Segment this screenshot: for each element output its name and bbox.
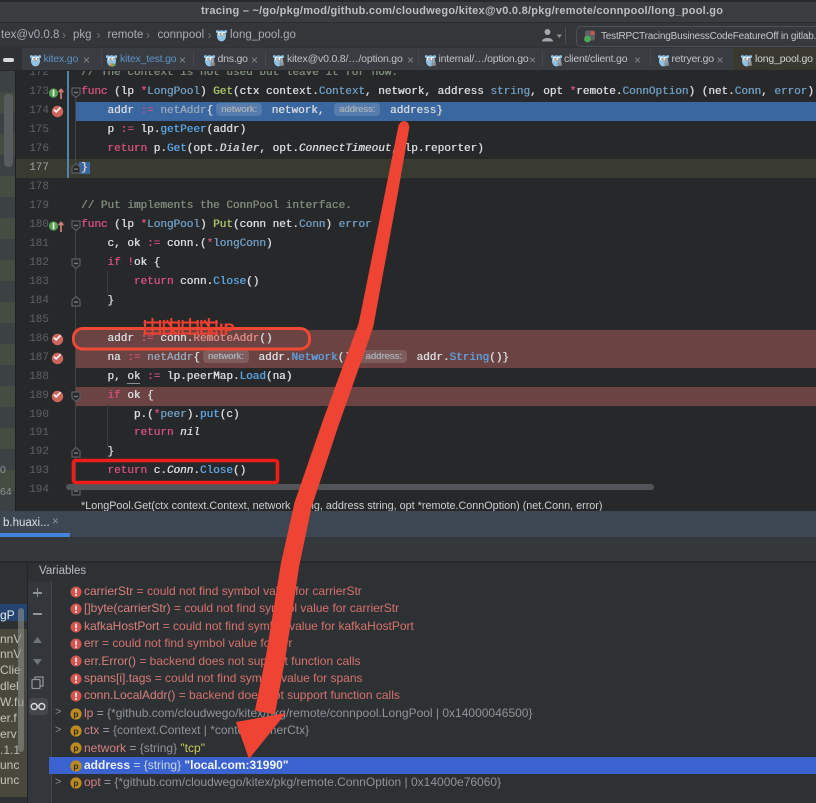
svg-text:p: p xyxy=(73,761,78,771)
svg-text:p: p xyxy=(73,709,78,719)
svg-text:p: p xyxy=(73,726,78,736)
svg-text:p: p xyxy=(73,778,78,788)
svg-text:p: p xyxy=(73,743,78,753)
